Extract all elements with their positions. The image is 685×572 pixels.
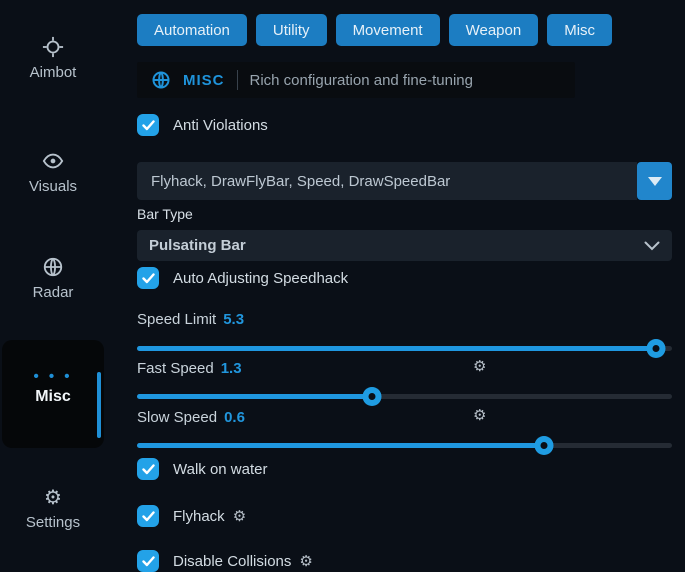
walk-on-water-row: Walk on water xyxy=(137,458,267,480)
bars-select: Flyhack, DrawFlyBar, Speed, DrawSpeedBar xyxy=(137,162,672,200)
fast-speed-slider-handle[interactable] xyxy=(363,387,382,406)
sidebar-item-label: Visuals xyxy=(29,178,77,195)
sidebar: Aimbot Visuals Radar • • • Misc ⚙ Settin… xyxy=(0,0,130,563)
flyhack-gear-icon[interactable]: ⚙ xyxy=(233,509,246,524)
ellipsis-icon: • • • xyxy=(33,372,72,382)
category-tabs: Automation Utility Movement Weapon Misc xyxy=(137,14,612,46)
walk-on-water-label: Walk on water xyxy=(173,461,267,478)
sidebar-item-label: Aimbot xyxy=(30,64,77,81)
slider-fill xyxy=(137,443,544,448)
tab-misc[interactable]: Misc xyxy=(547,14,612,46)
header-divider xyxy=(237,70,238,90)
crosshair-icon xyxy=(42,36,64,58)
anti-violations-row: Anti Violations xyxy=(137,114,268,136)
sidebar-item-aimbot[interactable]: Aimbot xyxy=(0,36,106,81)
section-title: MISC xyxy=(183,72,225,89)
speed-limit-slider-handle[interactable] xyxy=(646,339,665,358)
slow-speed-value: 0.6 xyxy=(224,409,245,426)
speed-limit-label-row: Speed Limit 5.3 xyxy=(137,311,672,328)
disable-collisions-row: Disable Collisions ⚙ xyxy=(137,550,313,572)
anti-violations-checkbox[interactable] xyxy=(137,114,159,136)
slow-speed-label: Slow Speed xyxy=(137,409,217,426)
sidebar-item-label: Settings xyxy=(26,514,80,531)
chevron-down-icon xyxy=(644,241,660,251)
fast-speed-slider[interactable] xyxy=(137,387,672,405)
triangle-down-icon xyxy=(648,177,662,186)
speed-limit-value: 5.3 xyxy=(223,311,244,328)
slider-fill xyxy=(137,346,656,351)
bar-type-label: Bar Type xyxy=(137,206,193,222)
eye-icon xyxy=(42,150,64,172)
bar-type-value: Pulsating Bar xyxy=(149,237,246,254)
disable-collisions-checkbox[interactable] xyxy=(137,550,159,572)
walk-on-water-checkbox[interactable] xyxy=(137,458,159,480)
anti-violations-label: Anti Violations xyxy=(173,117,268,134)
sidebar-item-visuals[interactable]: Visuals xyxy=(0,150,106,195)
tab-automation[interactable]: Automation xyxy=(137,14,247,46)
sidebar-item-label: Misc xyxy=(35,388,71,406)
tab-movement[interactable]: Movement xyxy=(336,14,440,46)
disable-collisions-label: Disable Collisions xyxy=(173,553,291,570)
mod-menu-window: { "colors": { "accent": "#21a0e8", "tab_… xyxy=(0,0,685,563)
bar-type-select[interactable]: Pulsating Bar xyxy=(137,230,672,261)
auto-adjusting-checkbox[interactable] xyxy=(137,267,159,289)
slow-speed-label-row: Slow Speed 0.6 ⚙ xyxy=(137,409,672,426)
fast-speed-label: Fast Speed xyxy=(137,360,214,377)
section-header: MISC Rich configuration and fine-tuning xyxy=(137,62,575,98)
sidebar-item-misc[interactable]: • • • Misc xyxy=(0,372,106,406)
bars-select-field[interactable]: Flyhack, DrawFlyBar, Speed, DrawSpeedBar xyxy=(137,162,637,200)
sidebar-item-label: Radar xyxy=(33,284,74,301)
globe-icon xyxy=(151,70,171,90)
sidebar-item-settings[interactable]: ⚙ Settings xyxy=(0,488,106,531)
auto-adjusting-row: Auto Adjusting Speedhack xyxy=(137,267,348,289)
fast-speed-value: 1.3 xyxy=(221,360,242,377)
flyhack-row: Flyhack ⚙ xyxy=(137,505,246,527)
bars-select-dropdown-button[interactable] xyxy=(637,162,672,200)
flyhack-checkbox[interactable] xyxy=(137,505,159,527)
disable-collisions-gear-icon[interactable]: ⚙ xyxy=(299,554,312,569)
speed-limit-label: Speed Limit xyxy=(137,311,216,328)
fast-speed-gear-icon[interactable]: ⚙ xyxy=(473,359,486,374)
flyhack-label: Flyhack xyxy=(173,508,225,525)
gear-icon: ⚙ xyxy=(44,488,62,508)
speed-limit-slider[interactable] xyxy=(137,339,672,357)
section-subtitle: Rich configuration and fine-tuning xyxy=(250,72,473,89)
slow-speed-gear-icon[interactable]: ⚙ xyxy=(473,408,486,423)
auto-adjusting-label: Auto Adjusting Speedhack xyxy=(173,270,348,287)
fast-speed-label-row: Fast Speed 1.3 ⚙ xyxy=(137,360,672,377)
slider-fill xyxy=(137,394,372,399)
sidebar-item-radar[interactable]: Radar xyxy=(0,256,106,301)
tab-weapon[interactable]: Weapon xyxy=(449,14,539,46)
slow-speed-slider-handle[interactable] xyxy=(534,436,553,455)
tab-utility[interactable]: Utility xyxy=(256,14,327,46)
slow-speed-slider[interactable] xyxy=(137,436,672,454)
globe-icon xyxy=(42,256,64,278)
